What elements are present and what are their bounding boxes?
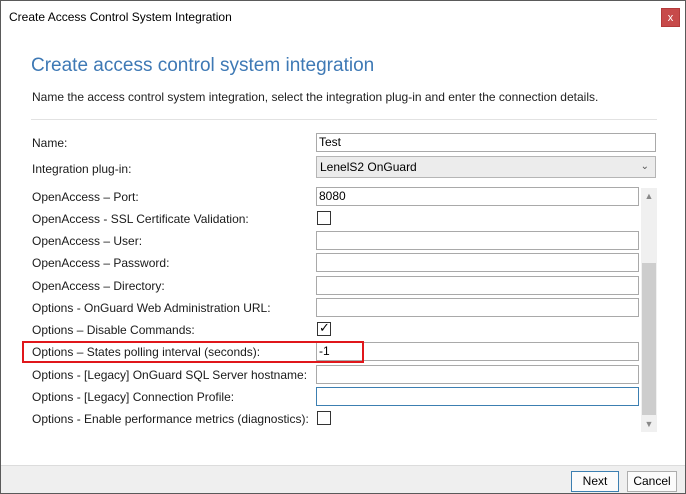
highlight-box [22,341,364,363]
property-row: OpenAccess - SSL Certificate Validation: [32,208,640,230]
property-checkbox[interactable]: ✓ [317,321,331,336]
chevron-down-icon: ⌄ [640,161,649,172]
property-row: OpenAccess – Port: 8080 [32,186,640,208]
property-input[interactable] [316,298,639,317]
title-bar[interactable]: Create Access Control System Integration… [1,1,685,33]
property-row: Options - OnGuard Web Administration URL… [32,297,640,319]
property-input[interactable] [316,276,639,295]
dialog-footer: Next Cancel [1,465,685,493]
close-button[interactable]: x [661,8,680,27]
window-title: Create Access Control System Integration [9,10,232,24]
name-label: Name: [32,136,68,150]
property-input[interactable]: -1 [316,342,639,361]
property-input[interactable] [316,253,639,272]
property-row: Options – Disable Commands: ✓ [32,319,640,341]
property-checkbox[interactable] [317,411,331,425]
dialog-window: Create Access Control System Integration… [0,0,686,494]
page-subtitle: Name the access control system integrati… [32,90,599,104]
property-row: Options - [Legacy] OnGuard SQL Server ho… [32,364,640,386]
name-row: Name: Test [32,133,657,153]
plugin-select[interactable]: LenelS2 OnGuard ⌄ [316,156,656,178]
close-icon: x [667,12,674,24]
property-checkbox[interactable] [317,211,331,225]
property-label: OpenAccess – Directory: [32,279,165,293]
name-input[interactable]: Test [316,133,656,152]
plugin-select-value: LenelS2 OnGuard [320,160,417,174]
property-row: OpenAccess – User: [32,230,640,252]
page-title: Create access control system integration [31,55,375,76]
property-label: Options – Disable Commands: [32,323,195,337]
property-label: OpenAccess - SSL Certificate Validation: [32,212,249,226]
property-input[interactable] [316,231,639,250]
scroll-down-icon[interactable]: ▼ [641,416,657,432]
property-label: Options - [Legacy] Connection Profile: [32,390,235,404]
property-label: OpenAccess – User: [32,234,143,248]
scroll-up-icon[interactable]: ▲ [641,188,657,204]
next-button[interactable]: Next [571,471,619,492]
property-input[interactable]: 8080 [316,187,639,206]
properties-list[interactable]: OpenAccess – Port: 8080 OpenAccess - SSL C… [32,186,658,434]
checkmark-icon: ✓ [319,321,330,336]
property-row: OpenAccess – Directory: [32,275,640,297]
property-row: Options - Enable performance metrics (di… [32,408,640,430]
property-label: Options - OnGuard Web Administration URL… [32,301,271,315]
property-input[interactable] [316,365,639,384]
property-label: Options - [Legacy] OnGuard SQL Server ho… [32,368,308,382]
plugin-label: Integration plug-in: [32,162,132,176]
property-label: OpenAccess – Port: [32,190,139,204]
scrollbar-thumb[interactable] [642,263,656,415]
property-input[interactable] [316,387,639,406]
property-label: OpenAccess – Password: [32,256,170,270]
property-label: Options - Enable performance metrics (di… [32,412,309,426]
cancel-button[interactable]: Cancel [627,471,677,492]
plugin-row: Integration plug-in: LenelS2 OnGuard ⌄ [32,156,657,178]
properties-scrollbar[interactable]: ▲ ▼ [641,188,657,432]
property-row: Options - [Legacy] Connection Profile: [32,386,640,408]
header-divider [31,119,657,120]
property-row: OpenAccess – Password: [32,252,640,274]
